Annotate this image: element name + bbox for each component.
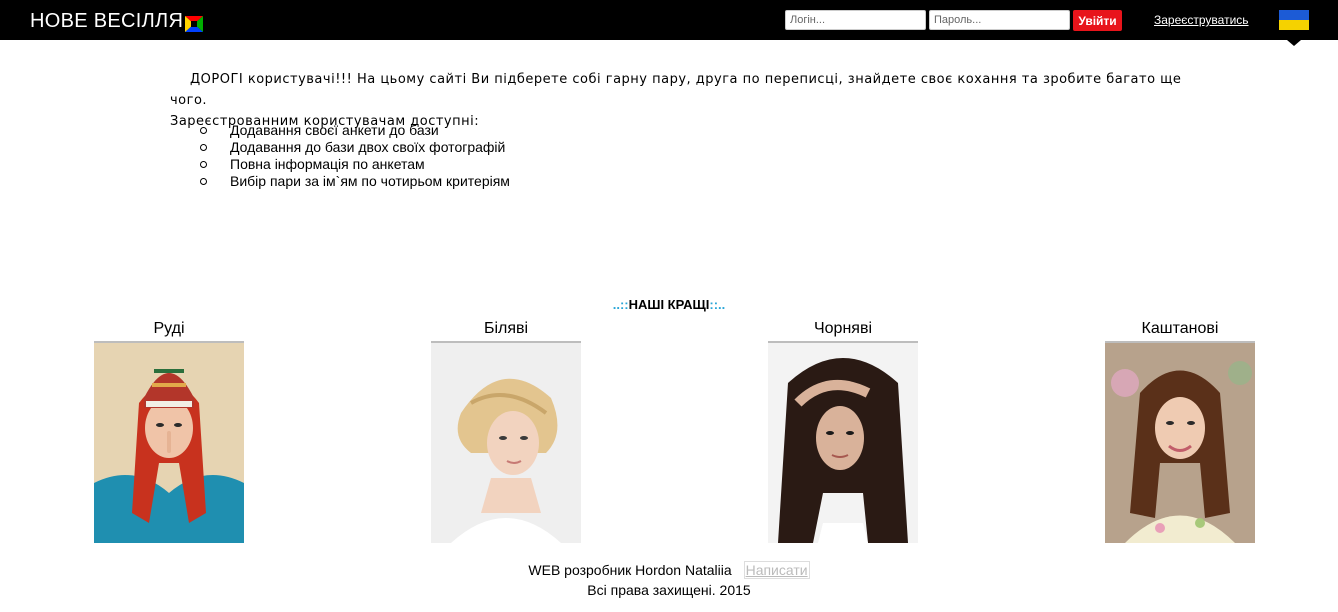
feature-item: Вибір пари за ім`ям по чотирьом критерія… <box>200 173 510 190</box>
category-label-red[interactable]: Руді <box>94 318 244 340</box>
category-chestnut[interactable]: Каштанові <box>1105 318 1255 543</box>
footer-developer-line: WEB розробник Hordon Nataliia Написати <box>0 560 1338 580</box>
bullet-icon <box>200 144 207 151</box>
features-list: Додавання своєї анкети до бази Додавання… <box>200 122 510 190</box>
title-dots-right: ::.. <box>709 297 726 312</box>
brand-logo-icon <box>185 16 203 32</box>
copyright: Всі права захищені. 2015 <box>587 582 751 598</box>
top-navigation-bar: НОВЕ ВЕСІЛЛЯ Увійти Зареєструватись <box>0 0 1338 40</box>
photo-brunette-woman[interactable] <box>768 341 918 543</box>
login-button[interactable]: Увійти <box>1073 10 1122 31</box>
language-dropdown-arrow-icon <box>1287 40 1301 46</box>
footer: WEB розробник Hordon Nataliia Написати В… <box>0 560 1338 600</box>
best-title-text: НАШІ КРАЩІ <box>628 297 710 312</box>
register-link[interactable]: Зареєструватись <box>1154 13 1249 27</box>
write-message-link[interactable]: Написати <box>743 561 810 579</box>
intro-lead-text: ДОРОГІ користувачі!!! На цьому сайті Ви … <box>170 72 1182 108</box>
feature-item: Додавання своєї анкети до бази <box>200 122 510 139</box>
ukraine-flag-icon[interactable] <box>1279 10 1309 30</box>
category-label-brunette[interactable]: Чорняві <box>768 318 918 340</box>
category-blonde[interactable]: Біляві <box>431 318 581 543</box>
password-input[interactable] <box>929 10 1070 30</box>
category-label-blonde[interactable]: Біляві <box>431 318 581 340</box>
title-dots-left: ..:: <box>612 297 629 312</box>
photo-chestnut-haired-woman[interactable] <box>1105 341 1255 543</box>
site-title[interactable]: НОВЕ ВЕСІЛЛЯ <box>30 10 183 33</box>
feature-item: Додавання до бази двох своїх фотографій <box>200 139 510 156</box>
photo-red-haired-woman[interactable] <box>94 341 244 543</box>
feature-item: Повна інформація по анкетам <box>200 156 510 173</box>
category-brunette[interactable]: Чорняві <box>768 318 918 543</box>
login-input[interactable] <box>785 10 926 30</box>
bullet-icon <box>200 127 207 134</box>
category-red[interactable]: Руді <box>94 318 244 543</box>
bullet-icon <box>200 161 207 168</box>
bullet-icon <box>200 178 207 185</box>
developer-credit: WEB розробник Hordon Nataliia <box>528 562 732 578</box>
photo-blonde-woman[interactable] <box>431 341 581 543</box>
category-label-chestnut[interactable]: Каштанові <box>1105 318 1255 340</box>
best-section-title: ..::НАШІ КРАЩІ::.. <box>0 297 1338 312</box>
